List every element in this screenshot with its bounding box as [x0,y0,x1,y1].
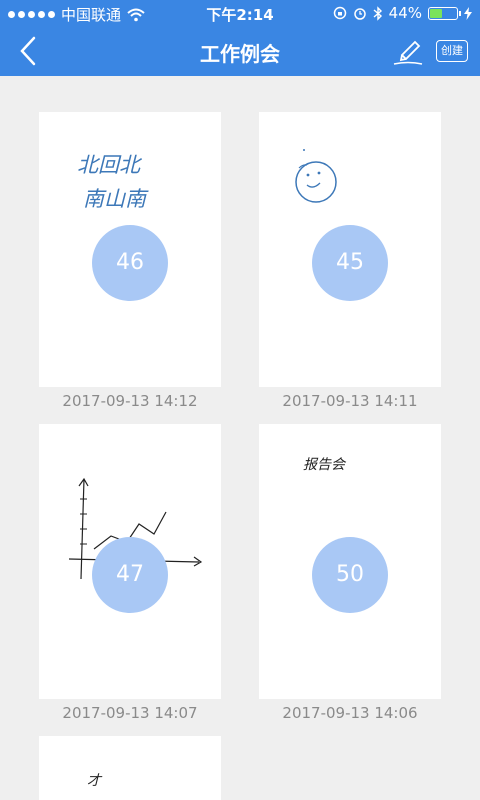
card-date: 2017-09-13 14:11 [282,392,418,410]
card-date: 2017-09-13 14:12 [62,392,198,410]
pen-icon [393,40,423,65]
status-bar: 中国联通 下午2:14 44% [0,0,480,26]
sketch-text-line-2: 南山南 [83,187,149,211]
alarm-icon [353,8,366,20]
charging-icon [464,6,472,20]
meeting-card-50[interactable]: 报告会 50 [259,424,441,699]
card-number-badge: 45 [312,225,388,301]
battery-icon [428,6,461,20]
status-right: 44% [333,4,472,22]
meeting-card-46[interactable]: 北回北 南山南 46 [39,112,221,387]
handwriting-sketch: 才 [87,773,103,789]
bluetooth-icon [373,5,382,21]
rotation-lock-icon [333,6,346,20]
create-button[interactable]: 创建 [436,40,468,62]
nav-bar: 工作例会 创建 [0,26,480,76]
meeting-card[interactable]: 才 [39,736,221,800]
card-date: 2017-09-13 14:06 [282,704,418,722]
card-date: 2017-09-13 14:07 [62,704,198,722]
draw-button[interactable] [390,33,426,69]
meeting-card-47[interactable]: 47 [39,424,221,699]
sketch-text-line-1: 报告会 [303,457,347,473]
sketch-text-line-1: 才 [87,773,103,789]
battery-percent: 44% [388,4,422,22]
card-number-badge: 46 [92,225,168,301]
card-number-badge: 47 [92,537,168,613]
card-number-badge: 50 [312,537,388,613]
meeting-card-45[interactable]: 45 [259,112,441,387]
sketch-text-line-1: 北回北 [77,153,143,177]
